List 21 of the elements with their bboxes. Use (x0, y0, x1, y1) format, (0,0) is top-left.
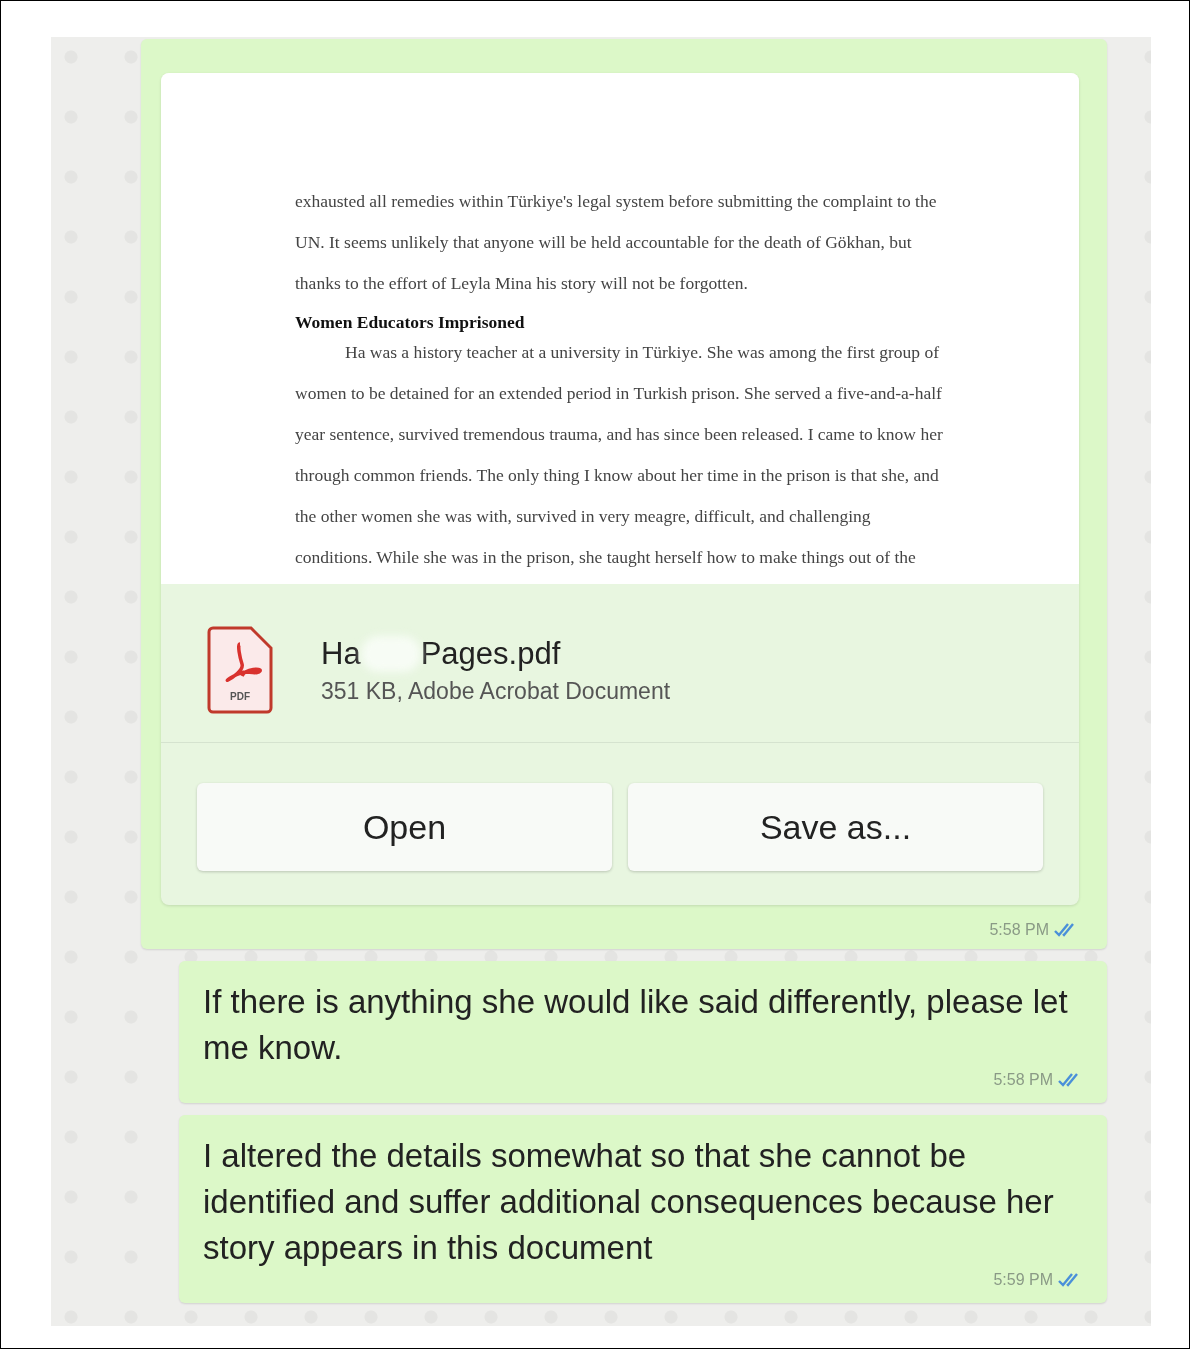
pdf-file-icon: PDF (205, 626, 275, 714)
document-text-line: through common friends. The only thing I know about her time in the prison is that she, and (295, 464, 940, 487)
save-as-button[interactable]: Save as... (628, 783, 1043, 871)
file-name: Pages.pdf (420, 635, 561, 672)
document-heading: Women Educators Imprisoned (295, 312, 526, 332)
document-text-line: exhausted all remedies within Türkiye's legal system before submitting the complaint to the (295, 190, 938, 213)
document-text-line: year sentence, survived tremendous trauma, and has since been released. I came to know her (295, 423, 944, 446)
message-time: 5:58 PM (993, 1071, 1053, 1089)
document-text-line: Ha was a history teacher at a university in Türkiye. She was among the first group of (344, 341, 941, 364)
file-details: 351 KB, Adobe Acrobat Document (321, 677, 671, 705)
message-text: If there is anything she would like said differently, please let me know. (203, 982, 1069, 1068)
message-text: I altered the details somewhat so that she cannot be identified and suffer additional consequences because her story appears in this document (203, 1136, 1055, 1268)
document-text-line: UN. It seems unlikely that anyone will be held accountable for the death of Gökhan, but (295, 231, 913, 254)
document-text-line: women to be detained for an extended period in Turkish prison. She served a five-and-a-half (295, 382, 943, 405)
open-button[interactable]: Open (197, 783, 612, 871)
message-time: 5:58 PM (989, 921, 1049, 939)
file-name: Ha (321, 635, 361, 672)
document-text-line: the other women she was with, survived in very meagre, difficult, and challenging (295, 505, 872, 528)
document-text-line: thanks to the effort of Leyla Mina his story will not be forgotten. (295, 272, 749, 295)
message-time: 5:59 PM (993, 1271, 1053, 1289)
document-text-line: conditions. While she was in the prison, she taught herself how to make things out of the (295, 546, 917, 569)
